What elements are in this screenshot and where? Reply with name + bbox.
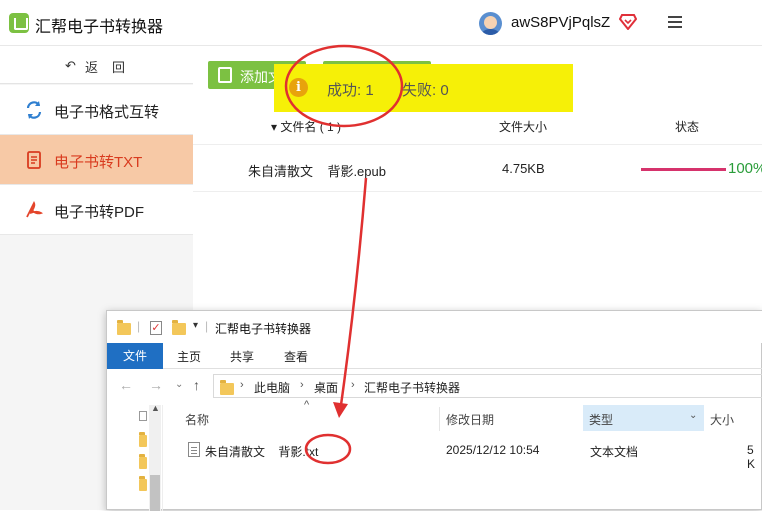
breadcrumb-desktop[interactable]: 桌面 [314,379,338,396]
app-logo-icon [9,13,29,33]
back-button[interactable]: ↶ 返回 [0,46,193,84]
list-item[interactable]: 朱自清散文 背影.txt 2025/12/12 10:54 文本文档 5 K [185,439,762,471]
forward-arrow-icon[interactable]: → [149,377,163,393]
avatar[interactable] [479,12,502,35]
folder-icon[interactable] [139,432,147,447]
folder-icon[interactable] [139,476,147,491]
hamburger-menu-icon[interactable] [668,16,682,28]
column-header-size[interactable]: 文件大小 [499,118,547,135]
folder-icon[interactable] [139,454,147,469]
tab-share[interactable]: 共享 [230,348,254,365]
tab-file[interactable]: 文件 [107,343,163,369]
tab-view[interactable]: 查看 [284,348,308,365]
fail-count: 失败: 0 [402,82,449,99]
column-header-status[interactable]: 状态 [675,118,699,135]
title-bar: 汇帮电子书转换器 awS8PVjPqlsZ [0,0,762,46]
vip-diamond-icon[interactable] [619,14,637,30]
tab-home[interactable]: 主页 [177,348,201,365]
add-file-icon [218,67,232,83]
up-arrow-icon[interactable]: ↑ [193,377,200,393]
address-bar[interactable]: › 此电脑 › 桌面 › 汇帮电子书转换器 [213,374,762,398]
file-type: 文本文档 [590,445,639,459]
file-name: 朱自清散文 背影.epub [248,164,386,179]
info-icon: i [289,78,308,97]
sidebar-item-format-convert[interactable]: 电子书格式互转 [0,85,193,135]
sort-ascending-icon: ^ [304,399,310,411]
column-header-size[interactable]: 大小 [710,411,734,435]
sidebar-item-label: 电子书转PDF [54,204,145,221]
folder-icon [117,320,131,335]
chevron-down-icon[interactable]: ⌄ [689,410,697,421]
column-header-type: 类型 [589,413,614,427]
nav-pane-scrollbar[interactable]: ▲ [149,403,161,511]
file-size: 4.75KB [502,161,545,176]
recent-dropdown-icon[interactable]: ⌄ [175,379,183,390]
file-explorer-window: | ✓ ▾ | 汇帮电子书转换器 文件 主页 共享 查看 ← → ⌄ ↑ › 此… [106,310,762,511]
new-folder-icon[interactable] [172,320,186,335]
back-label: 返回 [85,60,140,75]
file-modified: 2025/12/12 10:54 [446,443,540,457]
properties-check-icon[interactable]: ✓ [150,321,162,335]
text-file-icon [188,442,200,457]
explorer-ribbon: 文件 主页 共享 查看 [107,343,762,369]
pdf-icon [26,200,44,218]
sidebar-item-to-pdf[interactable]: 电子书转PDF [0,185,193,235]
breadcrumb-this-pc[interactable]: 此电脑 [254,379,290,396]
table-row[interactable]: 朱自清散文 背影.epub 4.75KB 100% [193,144,762,192]
file-size: 5 K [747,443,756,471]
success-count: 成功: 1 [327,82,374,99]
quick-access-dropdown-icon[interactable]: ▾ [193,320,198,331]
file-name: 朱自清散文 背影.txt [205,445,319,459]
explorer-title-bar: | ✓ ▾ | 汇帮电子书转换器 [107,311,762,343]
folder-icon [220,380,234,395]
address-bar-row: ← → ⌄ ↑ › 此电脑 › 桌面 › 汇帮电子书转换器 [107,373,762,399]
app-window: 汇帮电子书转换器 awS8PVjPqlsZ ↶ 返回 电子书格式互转 电子书转T… [0,0,762,511]
column-header-type-cell[interactable]: 类型 ⌄ [583,405,704,431]
column-header-name[interactable]: 名称 [185,411,209,435]
explorer-title: 汇帮电子书转换器 [215,322,312,336]
column-header-date[interactable]: 修改日期 [446,411,494,435]
back-arrow-icon[interactable]: ← [119,377,133,393]
txt-doc-icon [27,151,41,169]
sidebar-item-label: 电子书转TXT [54,154,143,171]
app-title: 汇帮电子书转换器 [35,19,164,36]
username[interactable]: awS8PVjPqlsZ [511,14,610,31]
sidebar-item-label: 电子书格式互转 [54,104,160,121]
progress-bar [641,168,726,171]
convert-icon [26,101,42,119]
back-arrow-icon: ↶ [65,58,76,73]
breadcrumb-folder[interactable]: 汇帮电子书转换器 [364,379,460,396]
column-header-name[interactable]: ▾ 文件名 ( 1 ) [271,118,341,135]
progress-percent: 100% [728,160,762,177]
result-toast: i 成功: 1 失败: 0 [274,64,573,112]
sidebar-item-to-txt[interactable]: 电子书转TXT [0,135,193,185]
file-table-header: ▾ 文件名 ( 1 ) 文件大小 状态 [193,108,762,142]
